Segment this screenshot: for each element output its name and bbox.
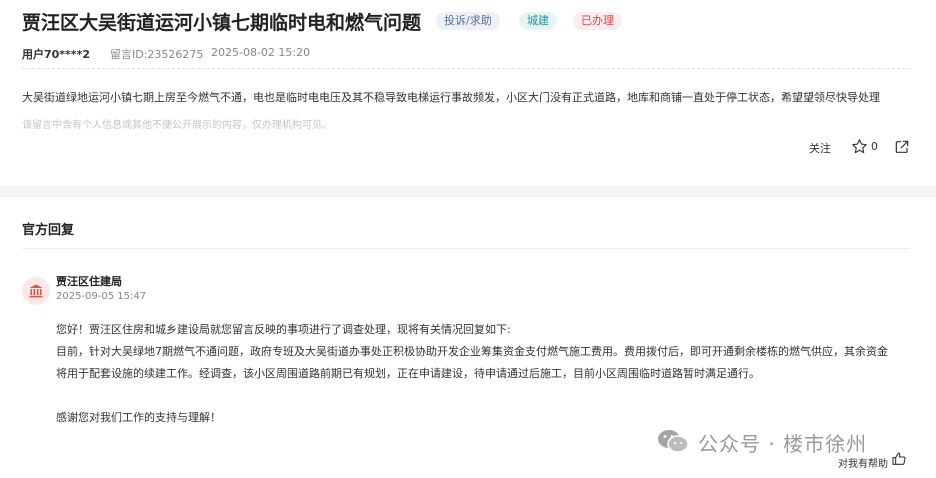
avatar xyxy=(22,277,50,305)
section-title: 官方回复 xyxy=(22,223,75,238)
reply-line: 感谢您对我们工作的支持与理解！ xyxy=(56,411,221,424)
org-name: 贾汪区住建局 xyxy=(56,275,122,288)
message-time: 2025-08-02 15:20 xyxy=(211,46,311,59)
share-icon[interactable] xyxy=(894,139,910,155)
status-badge: 已办理 xyxy=(573,12,622,30)
privacy-notice: 该留言中含有个人信息或其他不便公开展示的内容，仅办理机构可见。 xyxy=(22,120,332,131)
divider xyxy=(22,248,910,249)
message-id: 留言ID:23526275 xyxy=(110,48,204,61)
reply-line: 目前，针对大吴绿地7期燃气不通问题，政府专班及大吴街道办事处正积极协助开发企业筹… xyxy=(56,345,888,358)
follow-button[interactable]: 关注 xyxy=(809,140,831,156)
wechat-icon xyxy=(658,430,689,453)
thumbs-up-icon[interactable] xyxy=(891,451,907,467)
reply-line: 将用于配套设施的续建工作。经调查，该小区周围道路前期已有规划，正在申请建设，待申… xyxy=(56,367,760,380)
watermark-text: 公众号 · 楼市徐州 xyxy=(698,432,868,456)
message-content: 大吴街道绿地运河小镇七期上房至今燃气不通，电也是临时电电压及其不稳导致电梯运行事… xyxy=(22,91,880,104)
reply-card: 官方回复 贾汪区住建局 2025-09-05 15:47 您好！贾汪区住房和城乡… xyxy=(0,197,936,478)
divider xyxy=(22,68,910,69)
like-count: 0 xyxy=(871,140,878,153)
user-name: 用户70****2 xyxy=(22,48,90,61)
government-building-icon xyxy=(29,284,43,298)
type-tag: 投诉/求助 xyxy=(436,12,500,30)
question-card: 贾汪区大吴街道运河小镇七期临时电和燃气问题 投诉/求助 城建 已办理 用户70*… xyxy=(0,0,936,186)
page-title: 贾汪区大吴街道运河小镇七期临时电和燃气问题 xyxy=(22,12,422,34)
category-tag: 城建 xyxy=(519,12,557,30)
star-icon[interactable] xyxy=(851,138,868,155)
helpful-button[interactable]: 对我有帮助 xyxy=(838,455,888,470)
reply-time: 2025-09-05 15:47 xyxy=(56,291,147,302)
reply-line: 您好！贾汪区住房和城乡建设局就您留言反映的事项进行了调查处理，现将有关情况回复如… xyxy=(56,323,511,336)
